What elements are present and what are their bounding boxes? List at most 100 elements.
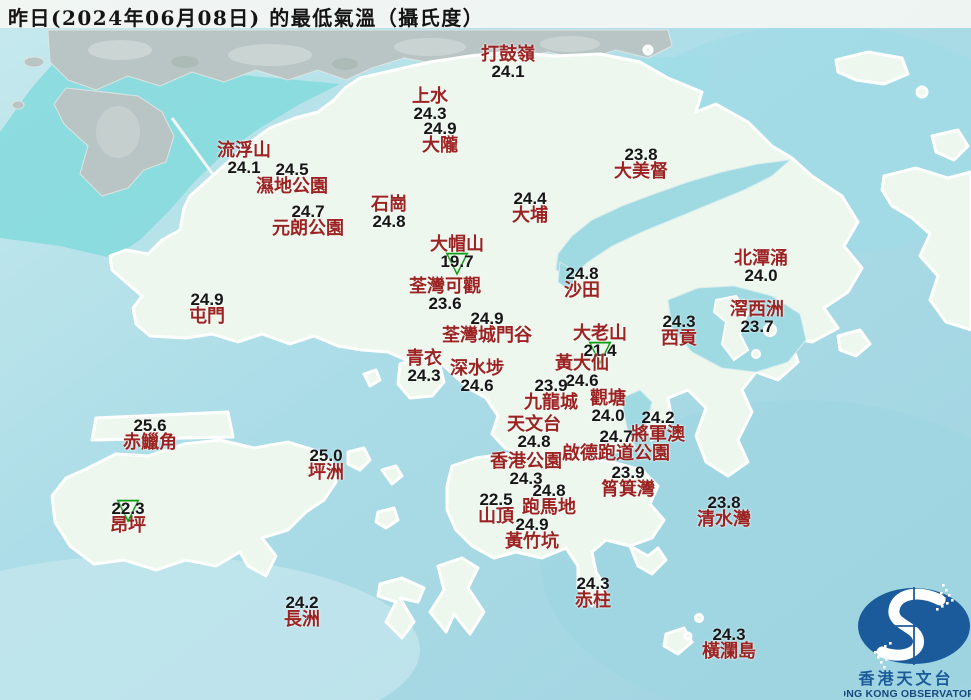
weather-station-33: 25.6 赤鱲角	[123, 417, 177, 453]
station-name: 北潭涌	[734, 248, 788, 269]
map-title: 昨日(2024年06月08日) 的最低氣溫（攝氏度）	[8, 6, 485, 30]
weather-station-27: 香港公園 24.3	[490, 453, 562, 488]
station-value: 24.3	[509, 469, 543, 488]
hko-logo-graphic: 香港天文台 HONG KONG OBSERVATORY	[830, 584, 971, 700]
station-value: 23.9	[611, 463, 645, 482]
weather-station-3: 24.9 大隴	[422, 119, 458, 155]
station-value: 24.2	[285, 593, 319, 612]
hko-english-name: HONG KONG OBSERVATORY	[844, 688, 971, 700]
weather-station-35: ▽ 22.3 昂坪	[110, 492, 146, 536]
weather-station-6: 23.8 大美督	[614, 145, 668, 182]
station-value: 24.0	[591, 406, 625, 425]
hko-chinese-name: 香港天文台	[857, 669, 953, 688]
weather-station-26: 24.7 啟德跑道公園	[562, 427, 670, 464]
weather-station-8: 24.7 元朗公園	[272, 202, 344, 238]
station-name: 將軍澳	[631, 424, 685, 445]
station-name: 天文台	[507, 414, 561, 435]
station-value: 23.9	[534, 376, 568, 395]
station-value: 24.9	[515, 515, 549, 534]
station-name: 打鼓嶺	[481, 44, 535, 65]
station-value: 24.5	[275, 160, 309, 179]
station-name: 赤柱	[575, 590, 611, 611]
station-value: 23.8	[624, 145, 658, 164]
weather-station-7: 石崗 24.8	[371, 194, 407, 231]
station-name: 赤鱲角	[123, 432, 177, 453]
weather-station-12: 荃灣可觀 23.6	[409, 276, 481, 313]
station-value: 23.8	[707, 493, 741, 512]
station-value: 24.1	[227, 158, 261, 177]
weather-station-18: 24.3 西貢	[661, 312, 697, 349]
station-value: 24.6	[565, 371, 599, 390]
station-name: 黃大仙	[555, 353, 609, 374]
station-value: 24.3	[576, 574, 610, 593]
station-name: 山頂	[478, 506, 514, 527]
weather-station-29: 24.8 跑馬地	[522, 481, 576, 518]
hko-logo: 香港天文台 HONG KONG OBSERVATORY	[830, 556, 971, 700]
station-labels-layer: 打鼓嶺 24.1 上水 24.3 24.9 大隴 流浮山 24.1 24.5 濕地公園 23.8 大美…	[0, 0, 971, 700]
weather-station-22: 23.9 九龍城	[524, 376, 578, 413]
weather-station-1: 打鼓嶺 24.1	[481, 44, 535, 81]
station-value: 24.8	[532, 481, 566, 500]
station-value: ▽ 21.4	[583, 334, 617, 370]
station-name: 屯門	[189, 306, 225, 327]
station-name: 筲箕灣	[601, 479, 655, 500]
weather-station-32: 23.8 清水灣	[697, 493, 751, 530]
station-name: 西貢	[661, 328, 697, 349]
station-value: ▽ 22.3	[111, 492, 145, 528]
station-name: 深水埗	[450, 358, 504, 379]
weather-station-19: 青衣 24.3	[406, 348, 442, 385]
weather-station-37: 24.3 赤柱	[575, 574, 611, 611]
station-value: 24.0	[744, 266, 778, 285]
weather-map-page: 昨日(2024年06月08日) 的最低氣溫（攝氏度） 打鼓嶺 24.1 上水 24.3…	[0, 0, 971, 700]
weather-station-16: 24.9 荃灣城門谷	[442, 309, 532, 346]
min-temperature-marker-icon: ▽	[116, 492, 140, 528]
weather-station-38: 24.3 橫瀾島	[702, 626, 756, 662]
weather-station-14: 24.9 屯門	[189, 290, 225, 327]
weather-station-25: 24.2 將軍澳	[631, 409, 685, 445]
station-value: 24.9	[190, 290, 224, 309]
station-value: 25.0	[309, 446, 343, 465]
hko-emblem	[858, 584, 970, 669]
station-value: 24.9	[470, 309, 504, 328]
station-value: 24.8	[517, 432, 551, 451]
station-name: 荃灣可觀	[409, 276, 481, 297]
weather-station-5: 24.5 濕地公園	[256, 160, 328, 197]
weather-station-31: 24.9 黃竹坑	[505, 515, 559, 551]
weather-station-9: 24.4 大埔	[512, 190, 548, 226]
station-value: 22.5	[479, 490, 513, 509]
station-name: 青衣	[406, 348, 442, 369]
station-name: 昂坪	[110, 515, 146, 536]
station-value: 24.3	[662, 312, 696, 331]
weather-station-2: 上水 24.3	[412, 88, 448, 123]
station-name: 荃灣城門谷	[442, 325, 532, 346]
weather-station-28: 23.9 筲箕灣	[601, 463, 655, 500]
station-value: 24.8	[565, 264, 599, 283]
station-name: 清水灣	[697, 509, 751, 530]
weather-station-13: 24.8 沙田	[564, 264, 600, 300]
weather-station-15: 滘西洲 23.7	[730, 299, 784, 336]
station-value: 24.9	[423, 119, 457, 138]
station-name: 滘西洲	[730, 299, 784, 320]
weather-station-4: 流浮山 24.1	[217, 142, 271, 177]
weather-station-30: 22.5 山頂	[478, 490, 514, 527]
station-value: 24.3	[407, 366, 441, 385]
station-value: 24.7	[291, 202, 325, 221]
station-value: 24.7	[599, 427, 633, 446]
station-name: 石崗	[371, 194, 407, 215]
weather-station-11: 北潭涌 24.0	[734, 248, 788, 285]
weather-station-17: 大老山 ▽ 21.4	[573, 325, 627, 370]
station-name: 坪洲	[308, 462, 344, 483]
station-name: 啟德跑道公園	[562, 443, 670, 464]
station-name: 跑馬地	[522, 497, 576, 518]
weather-station-23: 觀塘 24.0	[590, 388, 626, 425]
weather-station-10: 大帽山 ▽ 19.7	[430, 234, 484, 278]
station-name: 濕地公園	[256, 176, 328, 197]
station-name: 大埔	[512, 205, 548, 226]
station-name: 觀塘	[590, 388, 626, 409]
station-value: 24.8	[372, 212, 406, 231]
station-name: 大帽山	[430, 234, 484, 255]
station-name: 大美督	[614, 161, 668, 182]
station-name: 橫瀾島	[702, 641, 756, 662]
weather-station-24: 天文台 24.8	[507, 414, 561, 451]
station-name: 九龍城	[524, 392, 578, 413]
